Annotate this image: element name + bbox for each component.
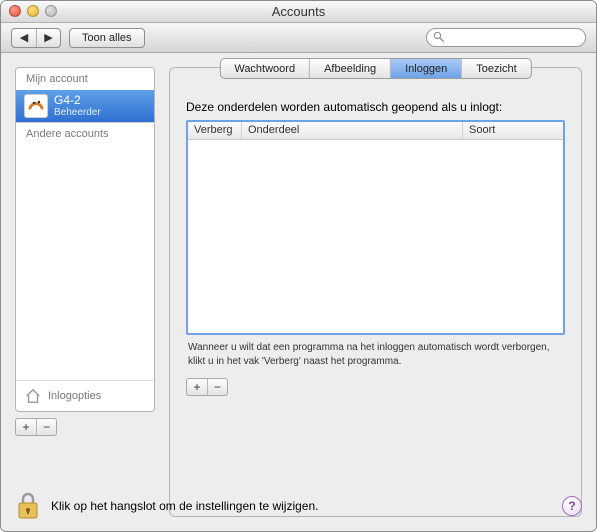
search-icon [433, 31, 444, 45]
account-text: G4-2 Beheerder [54, 94, 101, 118]
search-input[interactable] [448, 32, 579, 44]
back-button[interactable]: ◀ [12, 29, 36, 47]
login-options-row[interactable]: Inlogopties [16, 380, 154, 411]
login-items-hint: Wanneer u wilt dat een programma na het … [188, 341, 563, 368]
detail-pane: Wachtwoord Afbeelding Inloggen Toezicht … [169, 67, 582, 517]
lock-message: Klik op het hangslot om de instellingen … [51, 499, 319, 513]
tab-parental[interactable]: Toezicht [461, 59, 530, 78]
window: Accounts ◀ ▶ Toon alles Mijn account [0, 0, 597, 532]
login-items-table[interactable]: Verberg Onderdeel Soort [186, 120, 565, 335]
table-header: Verberg Onderdeel Soort [188, 122, 563, 140]
titlebar: Accounts [1, 1, 596, 23]
footer: Klik op het hangslot om de instellingen … [15, 491, 582, 521]
zoom-icon[interactable] [45, 5, 57, 17]
group-other-accounts: Andere accounts [16, 123, 154, 145]
add-login-item-button[interactable]: + [187, 379, 207, 395]
col-item[interactable]: Onderdeel [242, 122, 463, 139]
col-kind[interactable]: Soort [463, 122, 563, 139]
login-items-add-remove: + − [186, 378, 228, 396]
remove-account-button[interactable]: − [36, 419, 56, 435]
window-title: Accounts [1, 4, 596, 19]
login-items-intro: Deze onderdelen worden automatisch geope… [186, 100, 565, 114]
group-my-account: Mijn account [16, 68, 154, 90]
content-area: Mijn account G4-2 Beheerder Andere accou… [1, 53, 596, 531]
window-controls [9, 5, 57, 17]
remove-login-item-button[interactable]: − [207, 379, 227, 395]
table-body[interactable] [188, 140, 563, 333]
col-hide[interactable]: Verberg [188, 122, 242, 139]
sidebar: Mijn account G4-2 Beheerder Andere accou… [15, 67, 155, 517]
login-options-label: Inlogopties [48, 390, 101, 402]
help-button[interactable]: ? [562, 496, 582, 516]
tabs: Wachtwoord Afbeelding Inloggen Toezicht [219, 58, 531, 79]
minimize-icon[interactable] [27, 5, 39, 17]
home-icon [24, 387, 42, 405]
account-name: G4-2 [54, 94, 101, 107]
accounts-list: Mijn account G4-2 Beheerder Andere accou… [15, 67, 155, 412]
account-avatar [24, 94, 48, 118]
search-field[interactable] [426, 28, 586, 47]
tab-password[interactable]: Wachtwoord [220, 59, 309, 78]
tab-login[interactable]: Inloggen [390, 59, 461, 78]
accounts-add-remove: + − [15, 418, 57, 436]
add-account-button[interactable]: + [16, 419, 36, 435]
account-row-selected[interactable]: G4-2 Beheerder [16, 90, 154, 122]
close-icon[interactable] [9, 5, 21, 17]
account-role: Beheerder [54, 107, 101, 118]
toolbar: ◀ ▶ Toon alles [1, 23, 596, 53]
tab-picture[interactable]: Afbeelding [309, 59, 390, 78]
forward-button[interactable]: ▶ [36, 29, 60, 47]
nav-back-forward: ◀ ▶ [11, 28, 61, 48]
lock-icon[interactable] [15, 491, 41, 521]
show-all-button[interactable]: Toon alles [69, 28, 145, 48]
